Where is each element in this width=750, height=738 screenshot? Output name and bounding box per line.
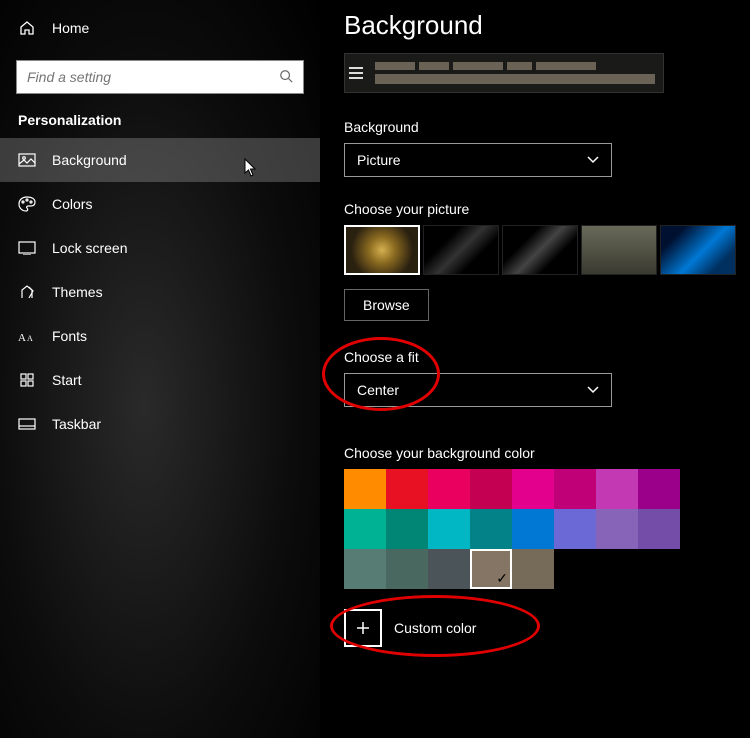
color-swatch[interactable] [554, 509, 596, 549]
sidebar-item-themes[interactable]: Themes [0, 270, 320, 314]
search-container [0, 50, 320, 108]
chevron-down-icon [587, 386, 599, 394]
color-swatch[interactable] [554, 469, 596, 509]
fit-dropdown-label: Choose a fit [344, 349, 750, 365]
custom-color-label: Custom color [394, 620, 476, 636]
sidebar-item-label: Background [52, 152, 127, 168]
lockscreen-icon [18, 239, 36, 257]
svg-text:A: A [27, 334, 33, 343]
sidebar-item-background[interactable]: Background [0, 138, 320, 182]
sidebar-item-start[interactable]: Start [0, 358, 320, 402]
bgcolor-label: Choose your background color [344, 445, 750, 461]
color-swatch[interactable] [512, 469, 554, 509]
sidebar-item-label: Fonts [52, 328, 87, 344]
sidebar-item-lockscreen[interactable]: Lock screen [0, 226, 320, 270]
search-icon [279, 69, 293, 86]
home-label: Home [52, 20, 89, 36]
themes-icon [18, 283, 36, 301]
color-swatch[interactable] [344, 509, 386, 549]
sidebar: Home Personalization Background Colors L… [0, 0, 320, 738]
color-swatch[interactable] [428, 549, 470, 589]
color-swatch[interactable] [428, 469, 470, 509]
preview-tiles [367, 58, 663, 88]
picture-thumbnails [344, 225, 750, 275]
picture-icon [18, 151, 36, 169]
chevron-down-icon [587, 156, 599, 164]
fonts-icon: AA [18, 327, 36, 345]
color-swatch[interactable] [596, 509, 638, 549]
color-swatch[interactable]: ✓ [470, 549, 512, 589]
picture-thumb-1[interactable] [344, 225, 420, 275]
color-swatch[interactable] [386, 469, 428, 509]
color-swatch[interactable] [512, 509, 554, 549]
color-palette: ✓ [344, 469, 680, 589]
picture-thumb-4[interactable] [581, 225, 657, 275]
sidebar-item-label: Lock screen [52, 240, 127, 256]
custom-color-button[interactable] [344, 609, 382, 647]
color-swatch[interactable] [470, 509, 512, 549]
search-input-wrapper[interactable] [16, 60, 304, 94]
start-icon [18, 371, 36, 389]
color-swatch[interactable] [428, 509, 470, 549]
taskbar-icon [18, 415, 36, 433]
sidebar-item-fonts[interactable]: AA Fonts [0, 314, 320, 358]
picture-thumb-3[interactable] [502, 225, 578, 275]
color-swatch[interactable] [344, 549, 386, 589]
color-swatch[interactable] [596, 469, 638, 509]
sidebar-item-label: Themes [52, 284, 103, 300]
sidebar-item-label: Taskbar [52, 416, 101, 432]
home-button[interactable]: Home [0, 6, 320, 50]
color-swatch[interactable] [638, 509, 680, 549]
desktop-preview [344, 53, 664, 93]
sidebar-item-label: Start [52, 372, 82, 388]
fit-dropdown[interactable]: Center [344, 373, 612, 407]
color-swatch[interactable] [344, 469, 386, 509]
palette-icon [18, 195, 36, 213]
picture-thumb-5[interactable] [660, 225, 736, 275]
svg-text:A: A [18, 332, 26, 343]
color-swatch[interactable] [638, 469, 680, 509]
page-title: Background [344, 10, 750, 41]
color-swatch[interactable] [386, 549, 428, 589]
browse-button[interactable]: Browse [344, 289, 429, 321]
fit-dropdown-value: Center [357, 382, 399, 398]
search-input[interactable] [27, 69, 279, 85]
color-swatch[interactable] [512, 549, 554, 589]
sidebar-item-label: Colors [52, 196, 92, 212]
background-dropdown[interactable]: Picture [344, 143, 612, 177]
choose-picture-label: Choose your picture [344, 201, 750, 217]
background-dropdown-label: Background [344, 119, 750, 135]
checkmark-icon: ✓ [496, 570, 508, 587]
section-heading: Personalization [0, 108, 320, 138]
color-swatch[interactable] [386, 509, 428, 549]
color-swatch[interactable] [470, 469, 512, 509]
hamburger-icon [345, 67, 367, 79]
main-panel: Background Background Picture Choose you… [320, 0, 750, 738]
picture-thumb-2[interactable] [423, 225, 499, 275]
background-dropdown-value: Picture [357, 152, 401, 168]
sidebar-item-colors[interactable]: Colors [0, 182, 320, 226]
sidebar-item-taskbar[interactable]: Taskbar [0, 402, 320, 446]
home-icon [18, 19, 36, 37]
